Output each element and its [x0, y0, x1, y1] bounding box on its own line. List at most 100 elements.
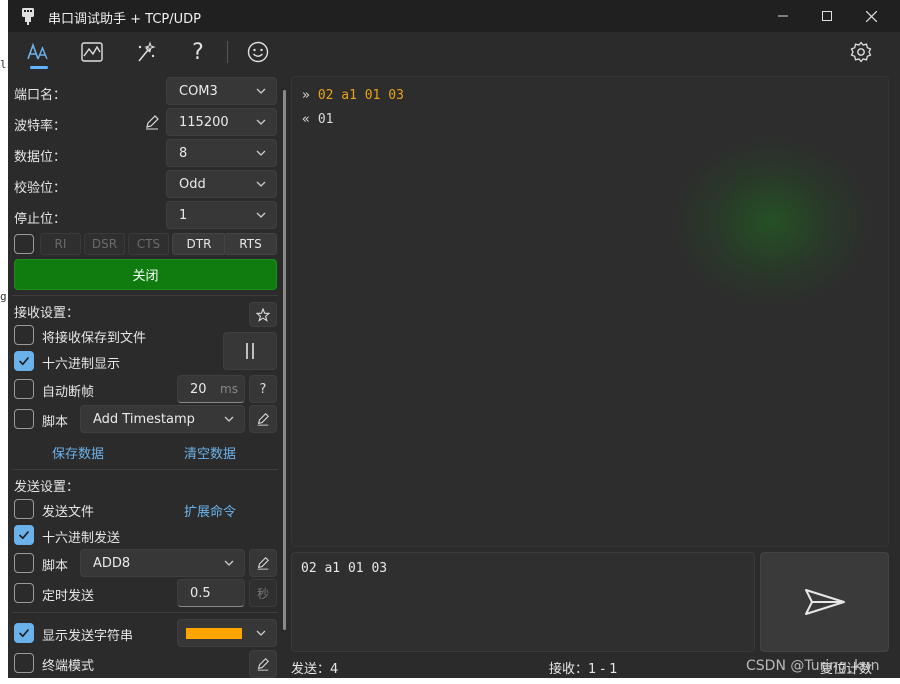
close-port-button[interactable]: 关闭 — [14, 259, 277, 290]
baud-label: 波特率： — [14, 119, 67, 134]
help-icon: ? — [259, 381, 267, 397]
save-to-file-label: 将接收保存到文件 — [42, 331, 147, 346]
edit-pen-icon — [257, 557, 269, 570]
send-section-label: 发送设置： — [14, 480, 80, 495]
stopbits-select[interactable]: 1 — [166, 201, 277, 229]
edit-pen-icon — [257, 658, 269, 671]
chevron-down-icon — [224, 416, 234, 422]
hex-display-checkbox[interactable] — [14, 351, 34, 371]
chevron-down-icon — [224, 560, 234, 566]
signals-checkbox[interactable] — [14, 234, 34, 254]
send-script-checkbox[interactable] — [14, 553, 34, 573]
parity-select[interactable]: Odd — [166, 170, 277, 198]
auto-frame-label: 自动断帧 — [42, 385, 95, 400]
hex-send-checkbox[interactable] — [14, 525, 34, 545]
save-data-link[interactable]: 保存数据 — [52, 443, 104, 462]
auto-frame-help-button[interactable]: ? — [249, 375, 277, 403]
send-script-select[interactable]: ADD8 — [80, 549, 245, 577]
edit-receive-script-button[interactable] — [249, 405, 277, 433]
clear-data-link[interactable]: 清空数据 — [184, 443, 236, 462]
send-button[interactable] — [760, 552, 889, 652]
send-input[interactable]: 02 a1 01 03 — [291, 552, 755, 652]
chevron-down-icon — [256, 88, 266, 94]
edit-pen-icon — [257, 413, 269, 426]
show-send-string-label: 显示发送字符串 — [42, 629, 134, 644]
terminal-mode-label: 终端模式 — [42, 659, 95, 674]
edit-terminal-button[interactable] — [249, 650, 277, 678]
title-bar: 串口调试助手 + TCP/UDP — [8, 0, 900, 32]
sent-arrow: » — [302, 88, 310, 103]
feedback-button[interactable] — [241, 37, 275, 67]
terminal-mode-checkbox[interactable] — [14, 653, 34, 673]
close-icon — [865, 10, 877, 22]
auto-frame-checkbox[interactable] — [14, 379, 34, 399]
text-style-tab[interactable] — [21, 37, 55, 67]
receive-section-label: 接收设置： — [14, 306, 80, 321]
help-icon: ? — [192, 39, 204, 65]
receive-log[interactable]: » 02 a1 01 03 «01 — [291, 76, 889, 547]
auto-frame-input[interactable]: 20 ms — [177, 375, 245, 403]
ri-indicator: RI — [40, 233, 81, 255]
timed-send-label: 定时发送 — [42, 589, 95, 604]
sent-count: 发送：4 — [291, 662, 339, 677]
baud-select[interactable]: 115200 — [166, 108, 277, 136]
chart-icon — [81, 42, 103, 62]
chevron-down-icon — [256, 150, 266, 156]
received-arrow: « — [302, 112, 310, 127]
receive-script-checkbox[interactable] — [14, 409, 34, 429]
cts-indicator: CTS — [128, 233, 169, 255]
show-send-string-checkbox[interactable] — [14, 623, 34, 643]
log-line-sent: » 02 a1 01 03 — [302, 88, 404, 103]
chevron-down-icon — [256, 212, 266, 218]
send-icon — [804, 589, 845, 615]
favorite-button[interactable] — [249, 302, 277, 327]
text-style-icon — [27, 42, 48, 60]
magic-tab[interactable] — [128, 37, 162, 67]
check-icon — [18, 628, 30, 638]
extend-command-link[interactable]: 扩展命令 — [184, 501, 236, 520]
receive-script-label: 脚本 — [42, 415, 69, 430]
save-to-file-checkbox[interactable] — [14, 325, 34, 345]
app-window: 串口调试助手 + TCP/UDP ? 端口名： COM3 波特率： 115200… — [8, 0, 900, 678]
minimize-icon — [778, 15, 788, 17]
timed-send-checkbox[interactable] — [14, 583, 34, 603]
log-line-received: «01 — [302, 112, 334, 127]
background-glow — [672, 137, 872, 307]
rts-button[interactable]: RTS — [224, 233, 277, 255]
settings-scrollbar[interactable] — [283, 90, 286, 630]
edit-send-script-button[interactable] — [249, 549, 277, 577]
check-icon — [18, 530, 30, 540]
hex-send-label: 十六进制发送 — [42, 531, 121, 546]
color-swatch — [186, 627, 242, 639]
window-title: 串口调试助手 + TCP/UDP — [48, 12, 201, 27]
settings-icon — [850, 41, 872, 63]
receive-script-select[interactable]: Add Timestamp — [80, 405, 245, 433]
active-tab-indicator — [30, 66, 48, 69]
databits-label: 数据位： — [14, 150, 67, 165]
pause-button[interactable] — [223, 332, 277, 370]
smiley-icon — [247, 41, 269, 63]
settings-panel: 端口名： COM3 波特率： 115200 数据位： 8 校验位： Odd 停止… — [8, 76, 288, 678]
hex-display-label: 十六进制显示 — [42, 357, 121, 372]
maximize-button[interactable] — [805, 0, 849, 32]
pause-icon — [246, 343, 254, 359]
databits-select[interactable]: 8 — [166, 139, 277, 167]
close-window-button[interactable] — [849, 0, 893, 32]
edit-pen-icon[interactable] — [144, 114, 160, 130]
chart-tab[interactable] — [75, 37, 109, 67]
dsr-indicator: DSR — [84, 233, 125, 255]
parity-label: 校验位： — [14, 181, 67, 196]
star-icon — [256, 307, 270, 322]
minimize-button[interactable] — [761, 0, 805, 32]
dtr-button[interactable]: DTR — [172, 233, 226, 255]
send-color-picker[interactable] — [177, 619, 277, 647]
help-tab[interactable]: ? — [181, 37, 215, 67]
magic-icon — [138, 41, 156, 62]
auto-frame-unit: ms — [220, 382, 238, 396]
send-file-checkbox[interactable] — [14, 499, 34, 519]
timed-send-input[interactable]: 0.5 — [177, 579, 245, 607]
serial-port-icon — [22, 8, 34, 25]
send-script-label: 脚本 — [42, 559, 69, 574]
port-select[interactable]: COM3 — [166, 77, 277, 105]
settings-button[interactable] — [844, 37, 878, 67]
